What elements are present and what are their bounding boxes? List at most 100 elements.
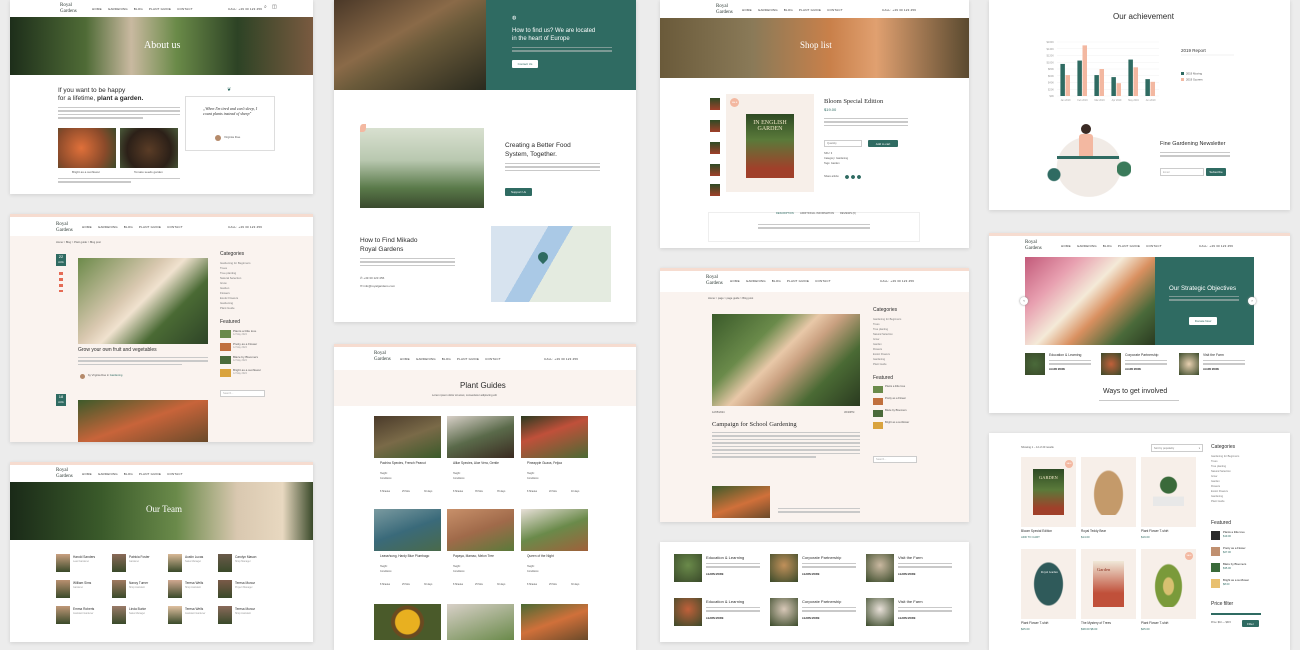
featured-product-name[interactable]: Blaze by Bloomers (1223, 562, 1246, 566)
product-name[interactable]: Plant Flower T-shirt (1141, 529, 1168, 534)
learn-more-link[interactable]: LEARN MORE (802, 573, 819, 577)
team-member-photo[interactable] (56, 580, 70, 598)
featured-product-name[interactable]: Plants a little love (1223, 530, 1245, 534)
plant-guide-image[interactable] (447, 416, 514, 458)
product-thumbnail[interactable] (710, 142, 720, 154)
plant-guide-title[interactable]: Queen of the Night (527, 554, 554, 559)
plant-guide-image[interactable] (374, 509, 441, 551)
featured-product-name[interactable]: Bright as a sunflower (1223, 578, 1249, 582)
tab-reviews[interactable]: REVIEWS (0) (840, 212, 856, 216)
sidebar-search-input[interactable]: Search... (873, 456, 917, 463)
brand-logo[interactable]: Royal Gardens (56, 468, 73, 479)
nav-plant-guide[interactable]: PLANT GUIDE (149, 7, 171, 11)
engagement-image[interactable] (770, 554, 798, 582)
filter-button[interactable]: Filter (1242, 620, 1259, 627)
team-member-photo[interactable] (56, 554, 70, 572)
team-member-photo[interactable] (112, 580, 126, 598)
price-slider[interactable] (1211, 613, 1261, 615)
plant-guide-title[interactable]: Alliar Species, Aloe Vera, Gentle (453, 461, 499, 466)
objective-card-title[interactable]: Education & Learning (1049, 353, 1081, 358)
product-name[interactable]: Plant Flower T-shirt (1021, 621, 1048, 626)
team-member-photo[interactable] (218, 554, 232, 572)
objective-card-image[interactable] (1179, 353, 1199, 375)
tab-description[interactable]: DESCRIPTION (776, 212, 794, 216)
product-thumbnail[interactable] (710, 98, 720, 110)
slider-next-button[interactable]: › (1248, 297, 1256, 305)
product-name[interactable]: Bloom Special Edition (1021, 529, 1052, 534)
learn-more-link[interactable]: LEARN MORE (802, 617, 819, 621)
team-member-photo[interactable] (112, 606, 126, 624)
cart-icon[interactable]: ◫ (272, 5, 277, 10)
add-to-cart-button[interactable]: Add to cart (868, 140, 898, 147)
objective-card-image[interactable] (1101, 353, 1121, 375)
plant-guide-image[interactable] (447, 604, 514, 640)
team-member-photo[interactable] (56, 606, 70, 624)
sidebar-search-input[interactable]: Search... (220, 390, 265, 397)
engagement-image[interactable] (674, 554, 702, 582)
plant-guide-image[interactable] (374, 604, 441, 640)
contact-email[interactable]: ✉ info@royalgardens.com (360, 284, 395, 288)
plant-guide-image[interactable] (521, 509, 588, 551)
learn-more-link[interactable]: LEARN MORE (898, 617, 915, 621)
location-map[interactable] (491, 226, 611, 302)
nav-blog[interactable]: BLOG (134, 7, 143, 11)
engagement-image[interactable] (674, 598, 702, 626)
featured-product-image[interactable] (1211, 547, 1220, 556)
plant-guide-image[interactable] (447, 509, 514, 551)
brand-logo[interactable]: Royal Gardens (716, 4, 733, 15)
product-thumbnail[interactable] (710, 120, 720, 132)
product-thumbnail[interactable] (710, 184, 720, 196)
featured-product-image[interactable] (1211, 579, 1220, 588)
product-thumbnail[interactable] (710, 164, 720, 176)
support-us-button[interactable]: Support Us (505, 188, 532, 196)
plant-guide-image[interactable] (374, 416, 441, 458)
featured-product-image[interactable] (1211, 563, 1220, 572)
brand-logo[interactable]: Royal Gardens (60, 3, 77, 14)
nav-home[interactable]: HOME (92, 7, 102, 11)
sort-select[interactable]: Sort by popularity ▾ (1151, 444, 1203, 452)
learn-more-link[interactable]: LEARN MORE (706, 573, 723, 577)
team-member-photo[interactable] (168, 606, 182, 624)
featured-product-image[interactable] (1211, 531, 1220, 540)
brand-logo[interactable]: Royal Gardens (374, 351, 391, 362)
learn-more-link[interactable]: LEARN MORE (898, 573, 915, 577)
quantity-stepper[interactable]: Quantity (824, 140, 862, 147)
objective-card-title[interactable]: Corporate Partnership (1125, 353, 1158, 358)
engagement-title[interactable]: Education & Learning (706, 555, 744, 561)
objective-card-title[interactable]: Visit the Farm (1203, 353, 1224, 358)
featured-product-name[interactable]: Pretty as a Flower (1223, 546, 1246, 550)
engagement-image[interactable] (866, 554, 894, 582)
product-name[interactable]: Royal Teddy Bear (1081, 529, 1106, 534)
engagement-image[interactable] (866, 598, 894, 626)
engagement-title[interactable]: Corporate Partnership (802, 555, 841, 561)
breadcrumb[interactable]: Home > page > page guide > Blog post (708, 297, 753, 301)
learn-more-link[interactable]: LEARN MORE (1125, 368, 1141, 372)
breadcrumb[interactable]: Home > Blog > Plant guide > Blog post (56, 241, 101, 245)
team-member-photo[interactable] (168, 580, 182, 598)
share-icons[interactable] (59, 272, 63, 292)
team-member-photo[interactable] (218, 580, 232, 598)
slider-prev-button[interactable]: ‹ (1020, 297, 1028, 305)
plant-guide-title[interactable]: Lease/sung, Hardy Blue Plumbago (380, 554, 429, 559)
nav-gardening[interactable]: GARDENING (108, 7, 128, 11)
engagement-title[interactable]: Visit the Farm (898, 555, 923, 561)
plant-guide-title[interactable]: Pineapple Guava, Feijoa (527, 461, 562, 466)
tab-additional-info[interactable]: ADDITIONAL INFORMATION (800, 212, 834, 216)
team-member-photo[interactable] (112, 554, 126, 572)
nav-contact[interactable]: CONTACT (177, 7, 193, 11)
search-icon[interactable]: ⌕ (264, 5, 267, 10)
product-name[interactable]: The Mystery of Trees (1081, 621, 1111, 626)
newsletter-email-input[interactable]: Email (1160, 168, 1204, 176)
contact-us-button[interactable]: Contact Us (512, 60, 538, 68)
plant-guide-title[interactable]: Papaya, Mamao, Melon Tree (453, 554, 494, 559)
engagement-title[interactable]: Corporate Partnership (802, 599, 841, 605)
post-title[interactable]: Grow your own fruit and vegetables (78, 347, 157, 354)
subscribe-button[interactable]: Subscribe (1206, 168, 1226, 176)
engagement-title[interactable]: Education & Learning (706, 599, 744, 605)
team-member-photo[interactable] (168, 554, 182, 572)
learn-more-link[interactable]: LEARN MORE (1049, 368, 1065, 372)
plant-guide-image[interactable] (521, 604, 588, 640)
brand-logo[interactable]: Royal Gardens (1025, 240, 1042, 251)
plant-guide-title[interactable]: Pachira Species, French Peanut (380, 461, 426, 466)
engagement-image[interactable] (770, 598, 798, 626)
